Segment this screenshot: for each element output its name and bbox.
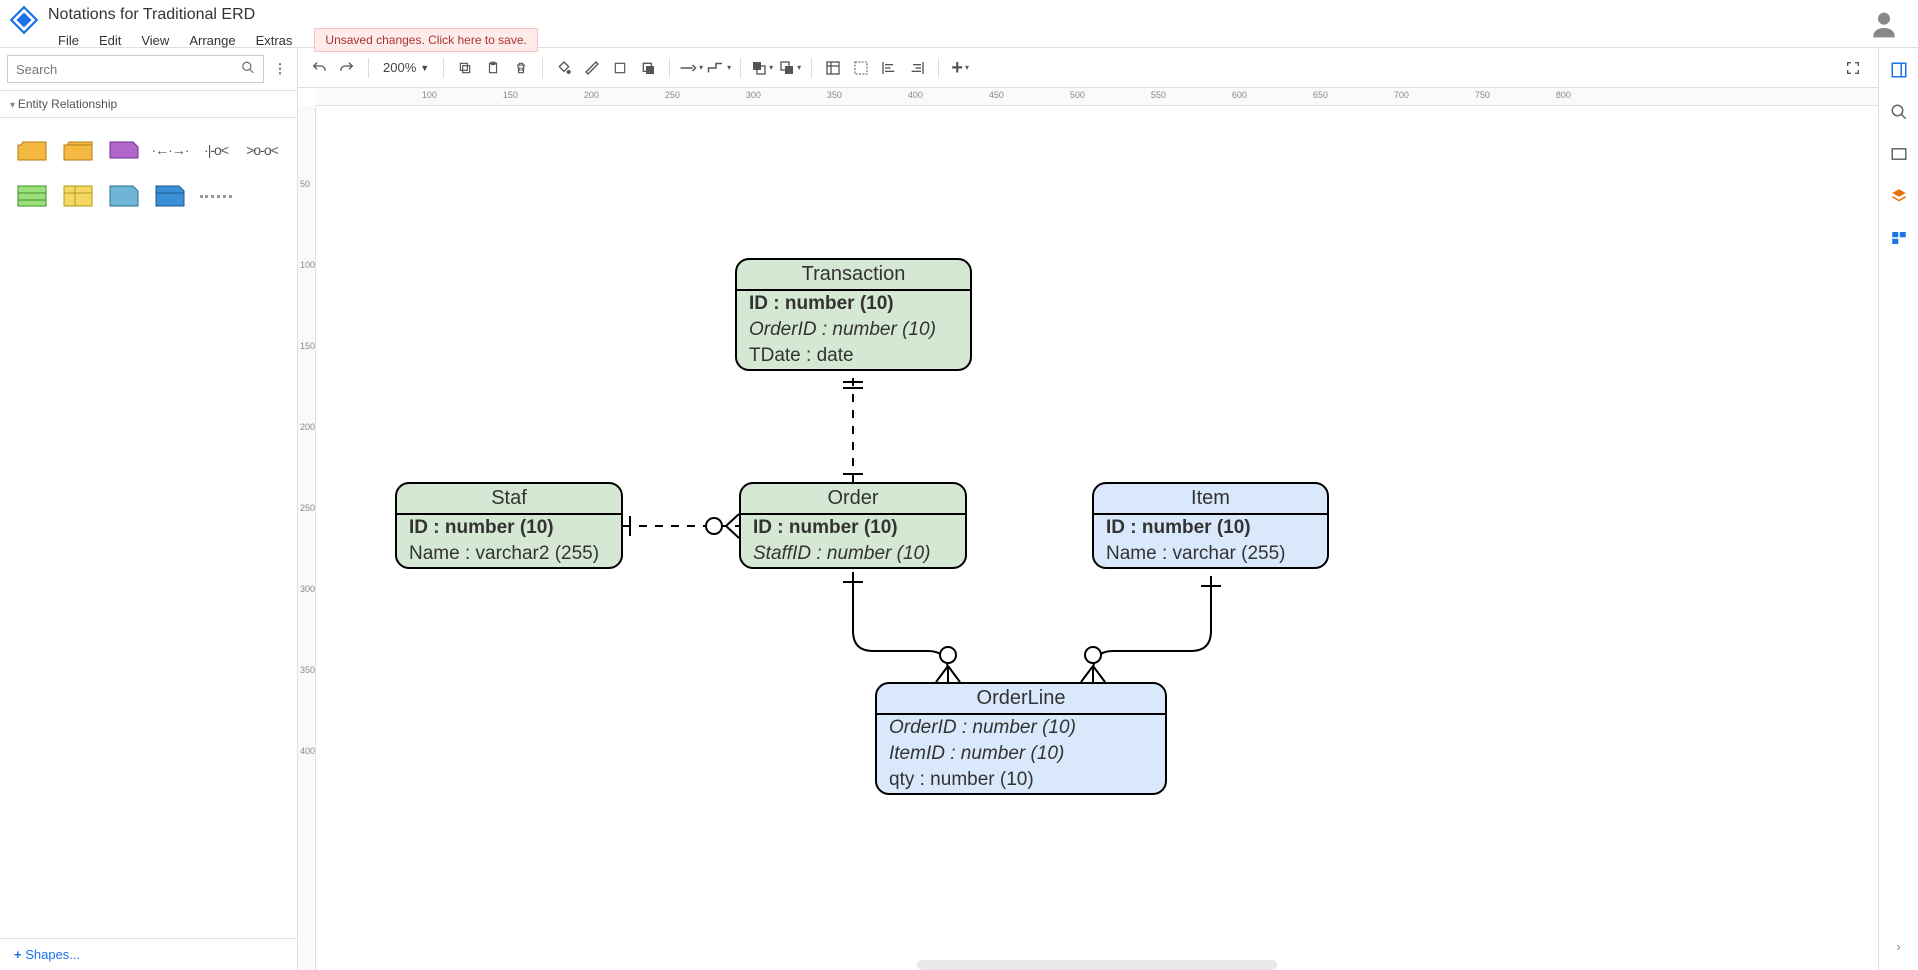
insert-icon[interactable]: +▾ xyxy=(947,55,973,81)
palette-entity-yellow-2[interactable] xyxy=(58,132,98,168)
app-header: Notations for Traditional ERD File Edit … xyxy=(0,0,1918,48)
waypoint-icon[interactable]: ▾ xyxy=(706,55,732,81)
entity-row[interactable]: Name : varchar (255) xyxy=(1094,541,1327,567)
connection-icon[interactable]: ▾ xyxy=(678,55,704,81)
palette-connector-2[interactable]: ·|-o< xyxy=(196,132,236,168)
entity-row[interactable]: Name : varchar2 (255) xyxy=(397,541,621,567)
palette-entity-purple[interactable] xyxy=(104,132,144,168)
entity-order[interactable]: Order ID : number (10) StaffID : number … xyxy=(739,482,967,569)
fill-icon[interactable] xyxy=(551,55,577,81)
align-left-icon[interactable] xyxy=(876,55,902,81)
toolbar: 200%▼ ▾ ▾ ▾ ▾ xyxy=(298,48,1878,88)
entity-row[interactable]: OrderID : number (10) xyxy=(737,317,970,343)
paste-icon[interactable] xyxy=(480,55,506,81)
entity-row[interactable]: ID : number (10) xyxy=(737,291,970,317)
entity-orderline[interactable]: OrderLine OrderID : number (10) ItemID :… xyxy=(875,682,1167,795)
canvas-wrapper: 1001502002503003504004505005506006507007… xyxy=(298,88,1878,970)
format-panel-icon[interactable] xyxy=(1887,58,1911,82)
entity-row[interactable]: qty : number (10) xyxy=(877,767,1165,793)
palette-table-yellow[interactable] xyxy=(58,178,98,214)
diagram-canvas[interactable]: Transaction ID : number (10) OrderID : n… xyxy=(316,106,1878,970)
entity-row[interactable]: ID : number (10) xyxy=(741,515,965,541)
app-logo xyxy=(8,4,40,36)
entity-title: Staf xyxy=(397,484,621,515)
entity-row[interactable]: ID : number (10) xyxy=(1094,515,1327,541)
shadow-icon[interactable] xyxy=(635,55,661,81)
palette-table-blue-1[interactable] xyxy=(104,178,144,214)
collapse-rail-icon[interactable]: › xyxy=(1887,934,1911,958)
palette-entity-yellow-1[interactable] xyxy=(12,132,52,168)
tags-icon[interactable] xyxy=(1887,226,1911,250)
menu-view[interactable]: View xyxy=(131,31,179,50)
entity-title: Transaction xyxy=(737,260,970,291)
document-title[interactable]: Notations for Traditional ERD xyxy=(48,4,538,26)
to-back-icon[interactable]: ▾ xyxy=(777,55,803,81)
layers-icon[interactable] xyxy=(1887,184,1911,208)
search-input[interactable] xyxy=(7,55,264,83)
menu-edit[interactable]: Edit xyxy=(89,31,131,50)
section-entity-relationship[interactable]: Entity Relationship xyxy=(0,90,297,118)
horizontal-scrollbar[interactable] xyxy=(917,960,1277,970)
palette-connector-3[interactable]: >o-o< xyxy=(242,132,282,168)
palette-dashed-line[interactable] xyxy=(196,178,236,214)
entity-staf[interactable]: Staf ID : number (10) Name : varchar2 (2… xyxy=(395,482,623,569)
palette-table-green[interactable] xyxy=(12,178,52,214)
undo-icon[interactable] xyxy=(306,55,332,81)
fit-icon[interactable] xyxy=(820,55,846,81)
more-shapes-button[interactable]: Shapes... xyxy=(0,938,297,970)
right-rail: › xyxy=(1878,48,1918,970)
zoom-control[interactable]: 200%▼ xyxy=(377,60,435,75)
account-avatar-icon[interactable] xyxy=(1868,8,1900,40)
entity-transaction[interactable]: Transaction ID : number (10) OrderID : n… xyxy=(735,258,972,371)
entity-row[interactable]: ItemID : number (10) xyxy=(877,741,1165,767)
entity-row[interactable]: TDate : date xyxy=(737,343,970,369)
menu-file[interactable]: File xyxy=(48,31,89,50)
shape-icon[interactable] xyxy=(607,55,633,81)
entity-item[interactable]: Item ID : number (10) Name : varchar (25… xyxy=(1092,482,1329,569)
entity-title: OrderLine xyxy=(877,684,1165,715)
shape-palette: ·←·→· ·|-o< >o-o< xyxy=(0,118,297,228)
redo-icon[interactable] xyxy=(334,55,360,81)
shapes-sidebar: ⋮ Entity Relationship ·←·→· ·|-o< >o-o< … xyxy=(0,48,298,970)
grid-icon[interactable] xyxy=(848,55,874,81)
menu-extras[interactable]: Extras xyxy=(246,31,303,50)
stroke-icon[interactable] xyxy=(579,55,605,81)
palette-table-blue-2[interactable] xyxy=(150,178,190,214)
copy-icon[interactable] xyxy=(452,55,478,81)
align-right-icon[interactable] xyxy=(904,55,930,81)
fullscreen-icon[interactable] xyxy=(1840,55,1866,81)
horizontal-ruler: 1001502002503003504004505005506006507007… xyxy=(316,88,1878,106)
outline-icon[interactable] xyxy=(1887,142,1911,166)
vertical-ruler: 50100150200250300350400 xyxy=(298,106,316,970)
palette-connector-1[interactable]: ·←·→· xyxy=(150,132,190,168)
sidebar-overflow-icon[interactable]: ⋮ xyxy=(270,55,290,83)
entity-row[interactable]: StaffID : number (10) xyxy=(741,541,965,567)
to-front-icon[interactable]: ▾ xyxy=(749,55,775,81)
entity-title: Order xyxy=(741,484,965,515)
find-icon[interactable] xyxy=(1887,100,1911,124)
entity-row[interactable]: ID : number (10) xyxy=(397,515,621,541)
entity-row[interactable]: OrderID : number (10) xyxy=(877,715,1165,741)
entity-title: Item xyxy=(1094,484,1327,515)
delete-icon[interactable] xyxy=(508,55,534,81)
menu-arrange[interactable]: Arrange xyxy=(179,31,245,50)
